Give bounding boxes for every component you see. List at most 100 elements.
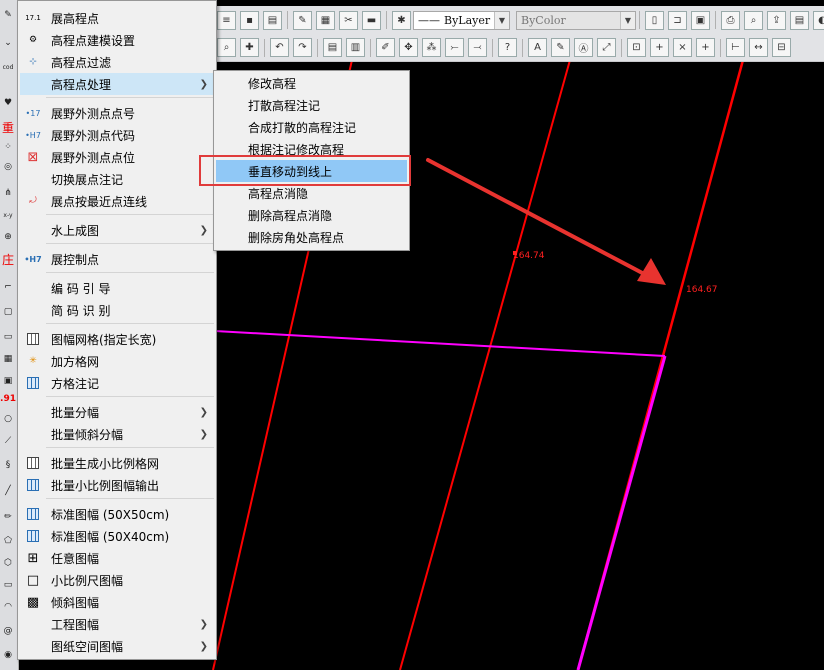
submenu-item-remove-elevation-hiding[interactable]: 删除高程点消隐: [216, 204, 407, 226]
trim-icon[interactable]: ⤚: [445, 38, 464, 57]
dimension-icon[interactable]: ⊢: [726, 38, 745, 57]
menu-item-map-grid-custom[interactable]: 图幅网格(指定长宽): [20, 328, 214, 350]
monitor-icon[interactable]: ▣: [1, 374, 15, 388]
menu-item-standard-sheet-50x50[interactable]: 标准图幅 (50X50cm): [20, 503, 214, 525]
menu-item-field-point-numbers[interactable]: •17 展野外测点点号: [20, 102, 214, 124]
match-prop-icon[interactable]: ✎: [293, 10, 312, 30]
dimension-linear-icon[interactable]: ↔: [749, 38, 768, 57]
layer-props-icon[interactable]: ▪: [240, 10, 259, 30]
menu-item-paper-space-sheet[interactable]: 图纸空间图幅 ❯: [20, 635, 214, 657]
snap-cross-icon[interactable]: ×: [673, 38, 692, 57]
dropdown-icon[interactable]: ⌄: [1, 36, 15, 50]
chevron-down-icon[interactable]: ▼: [620, 11, 635, 29]
menu-item-toggle-point-annotation[interactable]: 切换展点注记: [20, 168, 214, 190]
chevron-down-icon[interactable]: ▼: [494, 11, 509, 29]
brush-icon[interactable]: ✐: [376, 38, 395, 57]
snap-add-icon[interactable]: +: [650, 38, 669, 57]
code-icon[interactable]: cod: [1, 60, 15, 74]
menu-item-code-guide[interactable]: 编 码 引 导: [20, 277, 214, 299]
menu-item-grid-annotation[interactable]: 方格注记: [20, 372, 214, 394]
extend-icon[interactable]: ⤙: [468, 38, 487, 57]
menu-item-shortcode-recognition[interactable]: 简 码 识 别: [20, 299, 214, 321]
linetype-select[interactable]: —— ByLayer ▼: [413, 10, 510, 30]
menu-item-standard-sheet-50x40[interactable]: 标准图幅 (50X40cm): [20, 525, 214, 547]
menu-item-elevation-processing[interactable]: 高程点处理 ❯: [20, 73, 214, 95]
undo-icon[interactable]: ↶: [270, 38, 289, 57]
target-icon[interactable]: ⊕: [1, 230, 15, 244]
xy-icon[interactable]: x-y: [1, 208, 15, 222]
text-style-icon[interactable]: Ⓐ: [574, 38, 593, 57]
hexagon-icon[interactable]: ⬡: [1, 556, 15, 570]
snap-plus-icon[interactable]: +: [696, 38, 715, 57]
print-preview-icon[interactable]: ⌕: [744, 10, 763, 30]
zoom-realtime-icon[interactable]: ✚: [240, 38, 259, 57]
ring-icon[interactable]: ○: [1, 412, 15, 426]
menu-item-show-elevation-points[interactable]: 17.1 展高程点: [20, 7, 214, 29]
submenu-item-combine-exploded-annotation[interactable]: 合成打散的高程注记: [216, 116, 407, 138]
shape-icon[interactable]: ⬠: [1, 534, 15, 548]
menu-item-show-control-points[interactable]: •H7 展控制点: [20, 248, 214, 270]
curve-icon[interactable]: §: [1, 458, 15, 472]
render-icon[interactable]: ◐: [813, 10, 824, 30]
menu-item-hydrographic-mapping[interactable]: 水上成图 ❯: [20, 219, 214, 241]
menu-item-batch-small-scale-grid[interactable]: 批量生成小比例格网: [20, 452, 214, 474]
menu-item-oblique-sheet[interactable]: ▩ 倾斜图幅: [20, 591, 214, 613]
menu-item-field-point-codes[interactable]: •H7 展野外测点代码: [20, 124, 214, 146]
fork-icon[interactable]: ⋔: [1, 186, 15, 200]
properties-icon[interactable]: ▤: [323, 38, 342, 57]
zoom-window-icon[interactable]: ⌕: [217, 38, 236, 57]
menu-item-engineering-sheet[interactable]: 工程图幅 ❯: [20, 613, 214, 635]
settings-gear-icon[interactable]: ✱: [392, 10, 411, 30]
design-center-icon[interactable]: ▥: [346, 38, 365, 57]
arc-icon[interactable]: ◠: [1, 600, 15, 614]
box-icon[interactable]: ▭: [1, 578, 15, 592]
menu-item-batch-sheets[interactable]: 批量分幅 ❯: [20, 401, 214, 423]
diagonal-icon[interactable]: ⟋: [1, 434, 15, 448]
group-icon[interactable]: ⁂: [422, 38, 441, 57]
move-icon[interactable]: ✥: [399, 38, 418, 57]
map-icon[interactable]: ▦: [1, 352, 15, 366]
submenu-item-explode-elevation-annotation[interactable]: 打散高程注记: [216, 94, 407, 116]
new-file-icon[interactable]: ▯: [645, 10, 664, 30]
menu-item-batch-small-scale-output[interactable]: 批量小比例图幅输出: [20, 474, 214, 496]
menu-item-add-grid[interactable]: ✳ 加方格网: [20, 350, 214, 372]
circle-icon[interactable]: ◎: [1, 160, 15, 174]
menu-item-elevation-filter[interactable]: ⊹ 高程点过滤: [20, 51, 214, 73]
text-scale-icon[interactable]: ⤢: [597, 38, 616, 57]
pen-icon[interactable]: ✎: [1, 8, 15, 22]
menu-item-batch-oblique-sheets[interactable]: 批量倾斜分幅 ❯: [20, 423, 214, 445]
help-icon[interactable]: ?: [498, 38, 517, 57]
color-select[interactable]: ByColor ▼: [516, 10, 636, 30]
text-icon[interactable]: A: [528, 38, 547, 57]
redo-icon[interactable]: ↷: [293, 38, 312, 57]
menu-item-small-scale-sheet[interactable]: □ 小比例尺图幅: [20, 569, 214, 591]
menu-item-any-sheet[interactable]: ⊞ 任意图幅: [20, 547, 214, 569]
layer-state-icon[interactable]: ▤: [263, 10, 282, 30]
spiral-icon[interactable]: @: [1, 624, 15, 638]
block-icon[interactable]: ▦: [316, 10, 335, 30]
submenu-item-delete-corner-elevation-points[interactable]: 删除房角处高程点: [216, 226, 407, 248]
disc-icon[interactable]: ◉: [1, 648, 15, 662]
corner-icon[interactable]: ⌐: [1, 280, 15, 294]
dimension-style-icon[interactable]: ⊟: [772, 38, 791, 57]
line-icon[interactable]: ╱: [1, 484, 15, 498]
print-icon[interactable]: ⎙: [721, 10, 740, 30]
snap-endpoint-icon[interactable]: ⊡: [627, 38, 646, 57]
screen-icon[interactable]: ▬: [362, 10, 381, 30]
rect-icon[interactable]: ▭: [1, 330, 15, 344]
heart-icon[interactable]: ♥: [1, 96, 15, 110]
menu-item-connect-nearest-points[interactable]: ⤾ 展点按最近点连线: [20, 190, 214, 212]
menu-item-elevation-model-settings[interactable]: ⚙ 高程点建模设置: [20, 29, 214, 51]
menu-item-field-point-positions[interactable]: ⊠ 展野外测点点位: [20, 146, 214, 168]
submenu-item-modify-elevation[interactable]: 修改高程: [216, 72, 407, 94]
edit-text-icon[interactable]: ✎: [551, 38, 570, 57]
plot-icon[interactable]: ▤: [790, 10, 809, 30]
pencil-icon[interactable]: ✏: [1, 510, 15, 524]
layer-list-icon[interactable]: ≡: [217, 10, 236, 30]
dots-icon[interactable]: ⁘: [1, 140, 15, 154]
publish-icon[interactable]: ⇪: [767, 10, 786, 30]
save-icon[interactable]: ▣: [691, 10, 710, 30]
tool-palette-icon[interactable]: ✂: [339, 10, 358, 30]
open-folder-icon[interactable]: ⊐: [668, 10, 687, 30]
square-icon[interactable]: ▢: [1, 305, 15, 319]
